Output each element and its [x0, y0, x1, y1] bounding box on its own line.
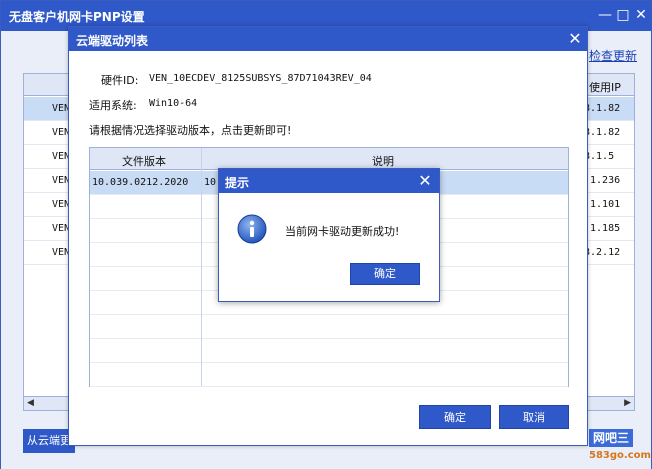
scroll-right-icon[interactable]: ▶: [624, 398, 631, 408]
ip-column-header: 使用IP: [589, 81, 621, 94]
empty-table-row: [90, 315, 568, 339]
hardware-id-value: VEN_10ECDEV_8125SUBSYS_87D71043REV_04: [149, 73, 372, 84]
prompt-dialog: 提示 ✕ 当前网卡驱动更新成功! 确定: [218, 168, 440, 302]
prompt-message: 当前网卡驱动更新成功!: [285, 225, 400, 238]
column-header-version: 文件版本: [122, 155, 166, 168]
device-ip-cell: .1.236: [584, 175, 621, 186]
info-icon: [237, 214, 267, 244]
main-window-title: 无盘客户机网卡PNP设置: [9, 10, 145, 24]
cloud-dialog-title: 云端驱动列表: [76, 34, 149, 48]
scroll-left-icon[interactable]: ◀: [27, 398, 34, 408]
prompt-ok-button[interactable]: 确定: [350, 263, 420, 285]
cloud-dialog-title-bar[interactable]: 云端驱动列表 ✕: [69, 27, 587, 51]
prompt-title: 提示: [225, 176, 250, 190]
column-header-desc: 说明: [372, 155, 394, 168]
device-ip-cell: .1.185: [584, 223, 621, 234]
ok-button[interactable]: 确定: [419, 405, 491, 429]
prompt-title-bar[interactable]: 提示 ✕: [219, 169, 439, 193]
empty-table-row: [90, 363, 568, 387]
device-ip-cell: 8.1.82: [584, 103, 621, 114]
prompt-close-icon[interactable]: ✕: [417, 172, 433, 190]
column-divider: [201, 148, 202, 386]
version-cell: 10.039.0212.2020: [92, 177, 189, 188]
watermark-logo: 网吧三: [589, 429, 634, 447]
device-ip-cell: 8.2.12: [584, 247, 621, 258]
driver-table-header: 文件版本 说明: [90, 148, 568, 170]
device-ip-cell: 8.1.5: [584, 151, 615, 162]
os-label: 适用系统:: [89, 99, 137, 112]
check-update-link[interactable]: 检查更新: [589, 47, 637, 64]
device-ip-cell: .1.101: [584, 199, 621, 210]
os-value: Win10-64: [149, 98, 198, 109]
device-ip-cell: 8.1.82: [584, 127, 621, 138]
instruction-text: 请根据情况选择驱动版本，点击更新即可!: [89, 124, 292, 137]
maximize-icon[interactable]: □: [615, 7, 631, 23]
hardware-id-label: 硬件ID:: [101, 74, 139, 87]
watermark-url: 583go.com: [589, 450, 651, 461]
cloud-close-icon[interactable]: ✕: [567, 30, 583, 48]
close-icon[interactable]: ✕: [633, 7, 649, 23]
empty-table-row: [90, 339, 568, 363]
minimize-icon[interactable]: —: [597, 7, 613, 23]
cancel-button[interactable]: 取消: [499, 405, 569, 429]
